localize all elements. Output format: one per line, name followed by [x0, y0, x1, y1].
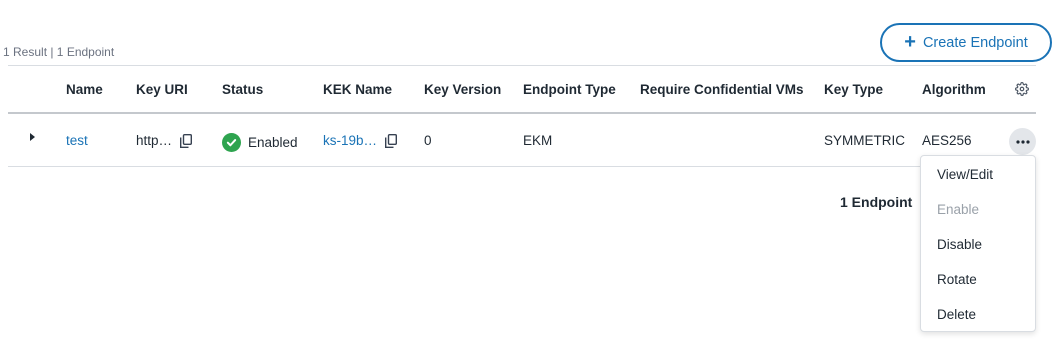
menu-item-disable[interactable]: Disable: [937, 237, 982, 252]
column-header-key-version[interactable]: Key Version: [424, 82, 501, 97]
more-horizontal-icon[interactable]: [1009, 128, 1036, 155]
menu-item-rotate[interactable]: Rotate: [937, 272, 977, 287]
plus-icon: +: [904, 30, 916, 53]
column-header-key-uri[interactable]: Key URI: [136, 82, 188, 97]
column-header-endpoint-type[interactable]: Endpoint Type: [523, 82, 616, 97]
cell-name[interactable]: test: [66, 133, 88, 148]
create-endpoint-label: Create Endpoint: [922, 34, 1028, 51]
column-header-algorithm[interactable]: Algorithm: [922, 82, 986, 97]
gear-icon[interactable]: [1015, 82, 1029, 99]
cell-key-type: SYMMETRIC: [824, 133, 905, 148]
kek-name-link[interactable]: ks-19b…: [323, 133, 377, 148]
cell-key-version: 0: [424, 133, 432, 148]
column-header-require-confidential-vms[interactable]: Require Confidential VMs: [640, 82, 804, 97]
column-header-key-type[interactable]: Key Type: [824, 82, 883, 97]
cell-key-uri: http…: [136, 133, 193, 148]
menu-item-enable: Enable: [937, 202, 980, 217]
cell-kek-name: ks-19b…: [323, 133, 398, 148]
column-header-kek-name[interactable]: KEK Name: [323, 82, 392, 97]
header-divider: [8, 112, 1036, 114]
actions-menu: View/Edit Enable Disable Rotate Delete: [920, 155, 1036, 332]
create-endpoint-button[interactable]: + Create Endpoint: [880, 23, 1052, 62]
menu-item-view-edit[interactable]: View/Edit: [937, 167, 993, 182]
key-uri-value: http…: [136, 133, 173, 148]
endpoint-count: 1 Endpoint: [840, 194, 913, 210]
caret-right-icon[interactable]: [30, 133, 35, 141]
result-summary: 1 Result | 1 Endpoint: [3, 45, 115, 59]
cell-status: Enabled: [222, 133, 298, 152]
column-header-name[interactable]: Name: [66, 82, 103, 97]
row-divider: [8, 166, 1036, 167]
check-circle-icon: [222, 133, 241, 152]
cell-endpoint-type: EKM: [523, 133, 553, 148]
cell-algorithm: AES256: [922, 133, 972, 148]
table-top-border: [8, 65, 1036, 66]
status-text: Enabled: [248, 135, 298, 150]
endpoint-name-link[interactable]: test: [66, 133, 88, 148]
copy-icon[interactable]: [385, 133, 398, 148]
menu-item-delete[interactable]: Delete: [937, 307, 976, 322]
copy-icon[interactable]: [180, 133, 193, 148]
column-header-status[interactable]: Status: [222, 82, 263, 97]
